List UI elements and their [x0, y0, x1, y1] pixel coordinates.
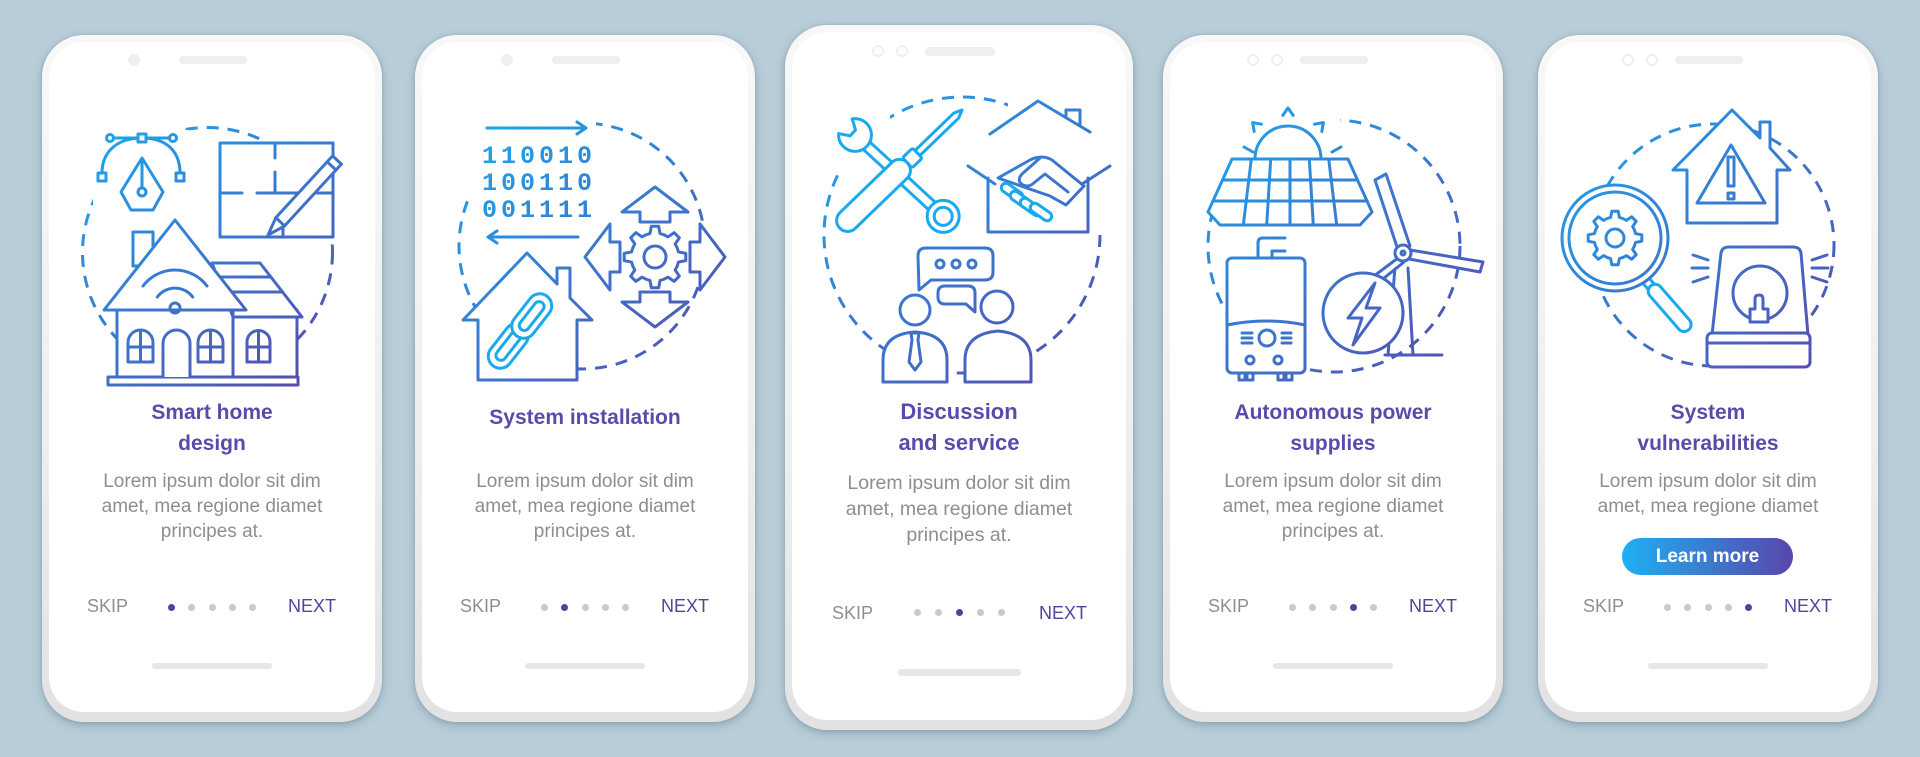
page-dot[interactable] [1329, 604, 1337, 611]
screen-title: Autonomous power supplies [1163, 397, 1503, 459]
description-line: amet, mea regione diamet [101, 496, 323, 517]
gear-icon [1586, 209, 1644, 267]
title-line: Smart home [151, 401, 273, 424]
description-line: principes at. [533, 521, 637, 542]
next-button[interactable]: NEXT [1039, 602, 1087, 624]
learn-more-button[interactable]: Learn more [1622, 538, 1793, 575]
page-dot[interactable] [1684, 604, 1692, 611]
title-line: Discussion [900, 399, 1018, 424]
page-dot[interactable] [934, 609, 942, 616]
screen-description: Lorem ipsum dolor sit dim amet, mea regi… [1538, 469, 1878, 519]
next-button[interactable]: NEXT [1784, 595, 1832, 617]
page-dot[interactable] [581, 604, 589, 611]
home-indicator[interactable] [1648, 663, 1768, 669]
page-dot[interactable] [1724, 604, 1732, 611]
page-dot-active[interactable] [955, 609, 963, 616]
home-indicator[interactable] [525, 663, 645, 669]
screen-description: Lorem ipsum dolor sit dim amet, mea regi… [785, 470, 1133, 548]
description-line: amet, mea regione diamet [1222, 496, 1444, 517]
lightning-icon [1321, 271, 1405, 355]
system-vulnerabilities-illustration [1560, 108, 1836, 369]
home-indicator[interactable] [898, 669, 1021, 676]
autonomous-power-supplies-illustration [1206, 100, 1485, 382]
smart-home-design-illustration [81, 126, 343, 387]
description-line: principes at. [160, 521, 264, 542]
next-button[interactable]: NEXT [661, 595, 709, 617]
page-dot[interactable] [997, 609, 1005, 616]
onboarding-screen-smart-home-design: Smart home design Lorem ipsum dolor sit … [42, 35, 382, 722]
screen-description: Lorem ipsum dolor sit dim amet, mea regi… [1163, 469, 1503, 544]
gear-icon [622, 224, 688, 290]
screen-description: Lorem ipsum dolor sit dim amet, mea regi… [415, 469, 755, 544]
description-line: principes at. [1281, 521, 1385, 542]
screen-title: System installation [415, 402, 755, 433]
binary-row: 110010 [482, 142, 596, 171]
gear-arrows-icon [583, 185, 727, 329]
screen-title: System vulnerabilities [1538, 397, 1878, 459]
boiler-icon [1225, 236, 1307, 382]
smart-house-icon [102, 218, 304, 387]
title-line: System [1670, 401, 1746, 424]
description-line: principes at. [906, 524, 1012, 546]
description-line: Lorem ipsum dolor sit dim [1599, 471, 1817, 492]
description-line: amet, mea regione diamet [474, 496, 696, 517]
page-dot[interactable] [1704, 604, 1712, 611]
binary-code-icon: 110010 100110 001111 [482, 142, 596, 225]
title-line: and service [898, 430, 1020, 455]
onboarding-screen-system-vulnerabilities: System vulnerabilities Lorem ipsum dolor… [1538, 35, 1878, 722]
discussion-and-service-illustration [822, 95, 1112, 384]
title-line: design [178, 432, 246, 455]
page-dot[interactable] [188, 604, 196, 611]
page-dot[interactable] [228, 604, 236, 611]
next-button[interactable]: NEXT [288, 595, 336, 617]
description-line: amet, mea regione diamet [845, 498, 1073, 520]
page-dot[interactable] [913, 609, 921, 616]
onboarding-screen-system-installation: 110010 100110 001111 System installation… [415, 35, 755, 722]
screen-title: Smart home design [42, 397, 382, 459]
home-indicator[interactable] [1273, 663, 1393, 669]
page-dot-active[interactable] [561, 604, 569, 611]
alarm-siren-icon [1690, 245, 1830, 369]
onboarding-screen-autonomous-power-supplies: Autonomous power supplies Lorem ipsum do… [1163, 35, 1503, 722]
solar-panel-icon [1206, 157, 1374, 227]
house-chain-icon [461, 251, 594, 382]
next-button[interactable]: NEXT [1409, 595, 1457, 617]
screen-title: Discussion and service [785, 396, 1133, 458]
binary-row: 001111 [482, 196, 596, 225]
screen-description: Lorem ipsum dolor sit dim amet, mea regi… [42, 469, 382, 544]
page-dot-active[interactable] [1349, 604, 1357, 611]
onboarding-screen-discussion-and-service: Discussion and service Lorem ipsum dolor… [785, 25, 1133, 730]
description-line: Lorem ipsum dolor sit dim [1224, 471, 1442, 492]
description-line: amet, mea regione diamet [1597, 496, 1819, 517]
page-dot-active[interactable] [1745, 604, 1753, 611]
page-dot[interactable] [1370, 604, 1378, 611]
title-line: Autonomous power [1234, 401, 1432, 424]
title-line: vulnerabilities [1637, 432, 1779, 455]
system-installation-illustration: 110010 100110 001111 [457, 112, 727, 382]
page-dot[interactable] [208, 604, 216, 611]
magnifier-gear-icon [1560, 183, 1693, 334]
title-line: System installation [489, 406, 681, 429]
page-dot[interactable] [540, 604, 548, 611]
title-line: supplies [1290, 432, 1376, 455]
page-dot[interactable] [1309, 604, 1317, 611]
page-dot[interactable] [622, 604, 630, 611]
description-line: Lorem ipsum dolor sit dim [103, 471, 321, 492]
page-dot[interactable] [249, 604, 257, 611]
page-dot[interactable] [1288, 604, 1296, 611]
page-dot[interactable] [976, 609, 984, 616]
page-dot[interactable] [1663, 604, 1671, 611]
page-dot[interactable] [601, 604, 609, 611]
binary-row: 100110 [482, 169, 596, 198]
description-line: Lorem ipsum dolor sit dim [476, 471, 694, 492]
description-line: Lorem ipsum dolor sit dim [847, 472, 1071, 494]
home-indicator[interactable] [152, 663, 272, 669]
page-dot-active[interactable] [167, 604, 175, 611]
